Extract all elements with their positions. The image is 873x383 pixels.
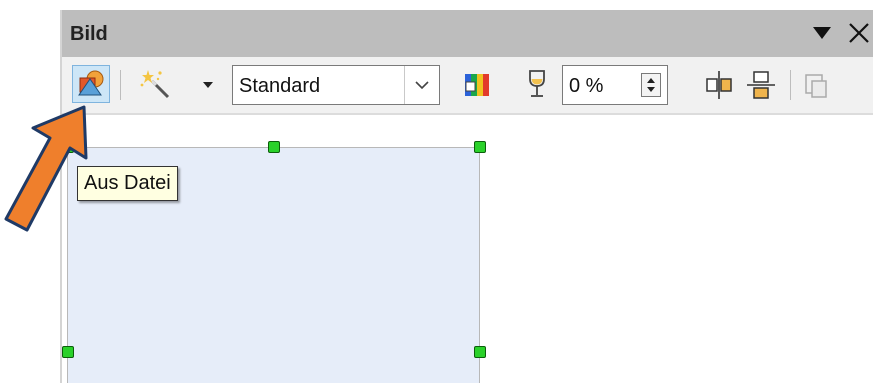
toolbar-separator xyxy=(120,70,121,100)
chevron-down-icon xyxy=(203,82,213,88)
color-button[interactable] xyxy=(460,67,494,103)
spin-arrows-icon xyxy=(647,78,655,92)
graphics-mode-dropdown-button[interactable] xyxy=(404,66,439,104)
panel-titlebar: Bild xyxy=(62,10,873,57)
flip-vertical-icon xyxy=(706,71,732,99)
panel-close-button[interactable] xyxy=(842,16,873,50)
selection-handle-middle-right[interactable] xyxy=(474,346,486,358)
flip-horizontal-button[interactable] xyxy=(744,67,778,103)
toolbar-separator xyxy=(790,70,791,100)
color-bars-icon xyxy=(465,74,489,96)
annotation-arrow xyxy=(4,105,88,232)
filter-button[interactable] xyxy=(138,67,174,103)
flip-horizontal-icon xyxy=(747,71,775,99)
chevron-down-icon xyxy=(415,81,429,90)
selection-handle-middle-left[interactable] xyxy=(62,346,74,358)
transparency-label xyxy=(522,67,552,103)
selection-handle-top-right[interactable] xyxy=(474,141,486,153)
panel-title: Bild xyxy=(70,23,108,45)
image-toolbar: Standard 0 % xyxy=(62,57,873,115)
from-file-button[interactable] xyxy=(72,65,110,103)
flip-vertical-button[interactable] xyxy=(702,67,736,103)
magic-wand-filter-icon xyxy=(140,70,170,99)
close-icon xyxy=(849,23,869,43)
image-from-file-icon xyxy=(78,70,104,96)
transparency-spin-buttons[interactable] xyxy=(641,73,661,97)
selection-handle-top-center[interactable] xyxy=(268,141,280,153)
graphics-mode-value: Standard xyxy=(239,75,321,97)
panel-menu-button[interactable] xyxy=(804,16,840,50)
transparency-value: 0 % xyxy=(569,75,604,97)
graphics-mode-select[interactable]: Standard xyxy=(232,65,440,105)
triangle-down-icon xyxy=(813,27,831,39)
crop-icon xyxy=(805,74,827,98)
filter-dropdown-button[interactable] xyxy=(202,80,214,90)
crop-button[interactable] xyxy=(800,67,834,103)
transparency-spinbox[interactable]: 0 % xyxy=(562,65,668,105)
wine-glass-transparency-icon xyxy=(529,70,545,97)
